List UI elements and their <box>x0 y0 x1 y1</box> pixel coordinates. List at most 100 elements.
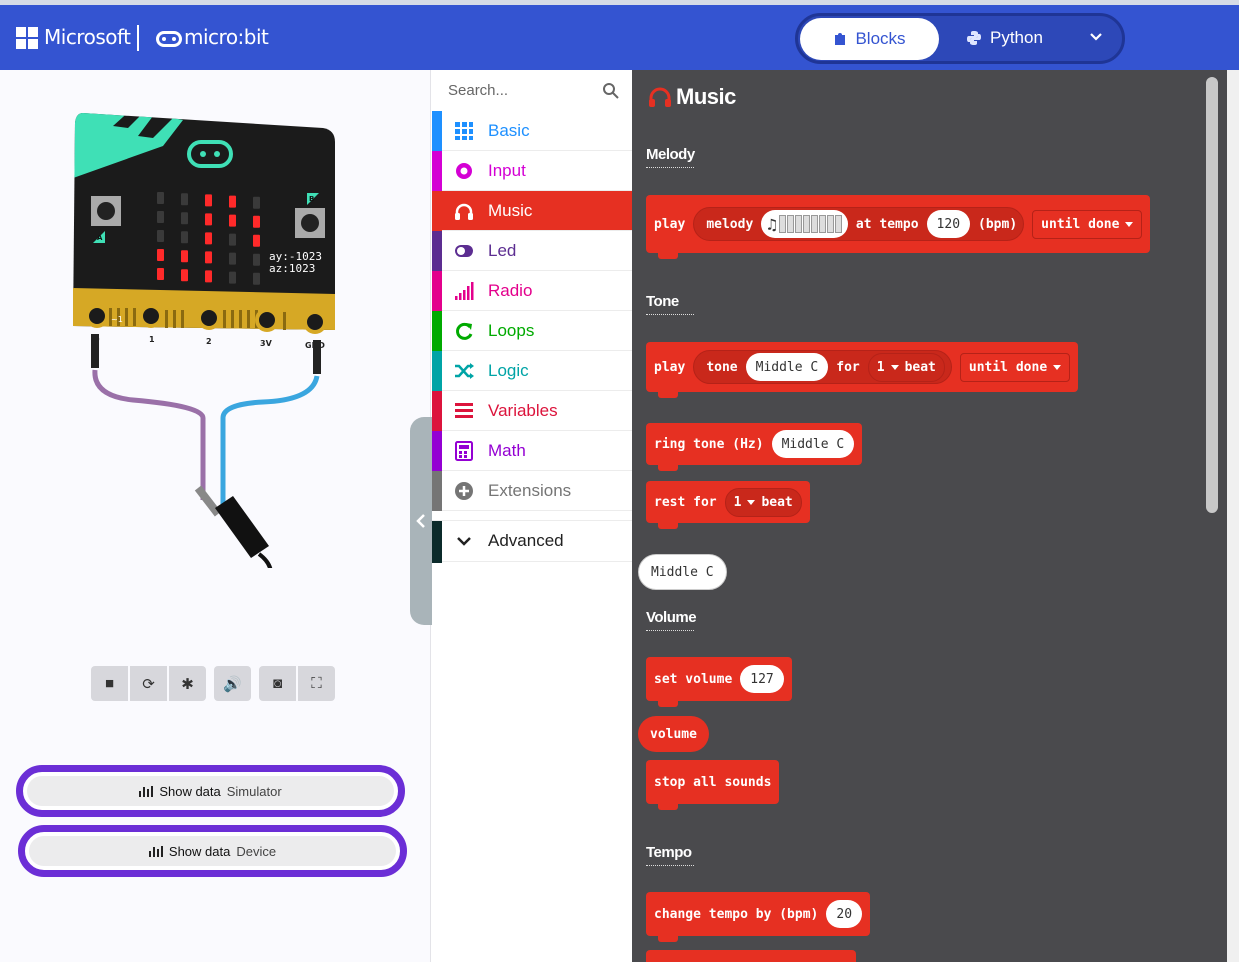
toolbox-category-variables[interactable]: Variables <box>432 391 632 431</box>
music-flyout: Music Melody Tone Volume Tempo play melo… <box>632 70 1228 962</box>
toolbox-category-extensions[interactable]: Extensions <box>432 471 632 511</box>
set-volume-block[interactable]: set volume 127 <box>646 657 792 707</box>
toolbox-advanced[interactable]: Advanced <box>432 520 632 563</box>
brand-microbit[interactable]: micro:bit <box>184 25 269 49</box>
led-4-0 <box>157 268 164 280</box>
rest-block[interactable]: rest for 1 beat <box>646 481 810 529</box>
pin-gnd[interactable] <box>303 310 327 334</box>
dropdown-arrow-icon <box>747 499 756 505</box>
pin-1[interactable] <box>139 304 163 328</box>
stop-button[interactable]: ■ <box>91 666 128 701</box>
microbit-board[interactable]: 0 1 2 3V GND ~1 A B ay:-1023 az:1023 <box>73 108 343 568</box>
brand-divider <box>137 25 139 51</box>
tempo-change-value-field[interactable]: 20 <box>826 900 863 928</box>
dropdown-unit: beat <box>904 359 936 375</box>
toolbox-category-label: Input <box>488 161 526 180</box>
note-field[interactable]: Middle C <box>771 430 855 458</box>
melody-inner: melody ♫ at tempo 120 (bpm) <box>693 207 1025 241</box>
mode-dropdown-chevron-icon[interactable] <box>1088 28 1104 49</box>
stop-all-sounds-block[interactable]: stop all sounds <box>646 760 780 810</box>
play-tone-block[interactable]: play tone Middle C for 1 beat until done <box>646 342 1079 398</box>
screenshot-button[interactable]: ◙ <box>259 666 296 701</box>
chevron-left-icon <box>416 514 425 528</box>
toolbox-category-basic[interactable]: Basic <box>432 111 632 151</box>
python-mode-button[interactable]: Python <box>966 28 1043 48</box>
debug-button[interactable]: ✱ <box>169 666 206 701</box>
toolbox-category-math[interactable]: Math <box>432 431 632 471</box>
shuffle-icon <box>455 363 474 379</box>
flyout-scrollbar-thumb[interactable] <box>1203 74 1221 516</box>
fullscreen-icon: ⛶ <box>311 675 322 692</box>
toolbox-category-led[interactable]: Led <box>432 231 632 271</box>
wire-purple <box>92 369 206 500</box>
play-melody-block[interactable]: play melody ♫ at tempo 120 (bpm) until d… <box>646 195 1151 259</box>
led-2-1 <box>181 231 188 244</box>
ring-tone-block[interactable]: ring tone (Hz) Middle C <box>646 423 863 471</box>
volume-value-field[interactable]: 127 <box>740 665 784 693</box>
show-data-label: Show data <box>159 783 221 799</box>
led-1-3 <box>229 214 236 227</box>
plus-circle-icon <box>455 482 473 500</box>
accel-readout-az: az:1023 <box>269 262 315 275</box>
category-color-bar <box>432 391 442 431</box>
toolbox-category-logic[interactable]: Logic <box>432 351 632 391</box>
show-data-source: Simulator <box>226 783 282 799</box>
block-text: stop all sounds <box>654 774 772 790</box>
category-color-bar <box>432 471 442 511</box>
brand-microsoft[interactable]: Microsoft <box>44 25 131 49</box>
collapse-simulator-tab[interactable] <box>410 417 433 625</box>
melody-editor-field[interactable]: ♫ <box>761 210 848 238</box>
until-done-dropdown[interactable]: until done <box>1032 209 1143 239</box>
show-data-device-button[interactable]: Show data Device <box>18 825 407 877</box>
pin-label-1: 1 <box>149 335 155 344</box>
stop-icon: ■ <box>104 675 115 692</box>
simulator-panel: 0 1 2 3V GND ~1 A B ay:-1023 az:1023 ■ ⟳… <box>0 70 431 962</box>
search-input[interactable]: Search... <box>448 82 508 99</box>
toolbox-category-label: Loops <box>488 321 535 340</box>
led-4-4 <box>253 272 260 285</box>
page-scrollbar-track[interactable] <box>1227 70 1239 962</box>
block-text: (bpm) <box>978 216 1018 232</box>
blocks-mode-button[interactable]: Blocks <box>800 18 939 60</box>
note-reporter-block[interactable]: Middle C <box>638 554 727 590</box>
loop-arrow-icon <box>456 322 473 340</box>
toolbox-category-loops[interactable]: Loops <box>432 311 632 351</box>
toolbox-category-input[interactable]: Input <box>432 151 632 191</box>
search-icon[interactable] <box>602 82 620 100</box>
change-tempo-block[interactable]: change tempo by (bpm) 20 <box>646 892 871 942</box>
toolbox-category-radio[interactable]: Radio <box>432 271 632 311</box>
note-field[interactable]: Middle C <box>745 353 829 381</box>
mute-button[interactable]: 🔊 <box>214 666 251 701</box>
pin-3v[interactable] <box>255 308 279 332</box>
pin-label-3v: 3V <box>260 339 273 348</box>
flyout-title-text: Music <box>676 84 736 109</box>
beat-dropdown[interactable]: 1 beat <box>724 487 802 517</box>
until-done-dropdown[interactable]: until done <box>959 352 1071 382</box>
pin-2[interactable] <box>197 306 221 330</box>
toolbox-category-label: Extensions <box>488 481 572 500</box>
category-color-bar <box>432 431 442 471</box>
led-1-2 <box>205 213 212 226</box>
category-color-bar <box>432 271 442 311</box>
led-1-1 <box>181 212 188 225</box>
blocks-mode-label: Blocks <box>855 29 906 48</box>
beat-dropdown[interactable]: 1 beat <box>867 352 945 382</box>
tempo-value-field[interactable]: 120 <box>926 210 971 238</box>
fullscreen-button[interactable]: ⛶ <box>298 666 335 701</box>
restart-button[interactable]: ⟳ <box>130 666 167 701</box>
toolbox-category-music[interactable]: Music <box>432 191 632 231</box>
toolbox-search[interactable]: Search... <box>432 70 632 111</box>
block-text: change tempo by (bpm) <box>654 906 819 922</box>
set-tempo-block-partial[interactable] <box>646 950 856 962</box>
button-a-label: A <box>97 234 103 242</box>
show-data-simulator-button[interactable]: Show data Simulator <box>16 765 405 817</box>
led-0-1 <box>181 193 188 206</box>
pin-0[interactable] <box>85 304 109 328</box>
led-3-1 <box>181 250 188 263</box>
headphones-icon <box>649 87 671 107</box>
led-1-0 <box>157 211 164 223</box>
volume-reporter-block[interactable]: volume <box>638 716 709 752</box>
python-icon <box>967 31 981 45</box>
puzzle-icon <box>835 33 846 45</box>
toolbox-category-label: Radio <box>488 281 533 300</box>
